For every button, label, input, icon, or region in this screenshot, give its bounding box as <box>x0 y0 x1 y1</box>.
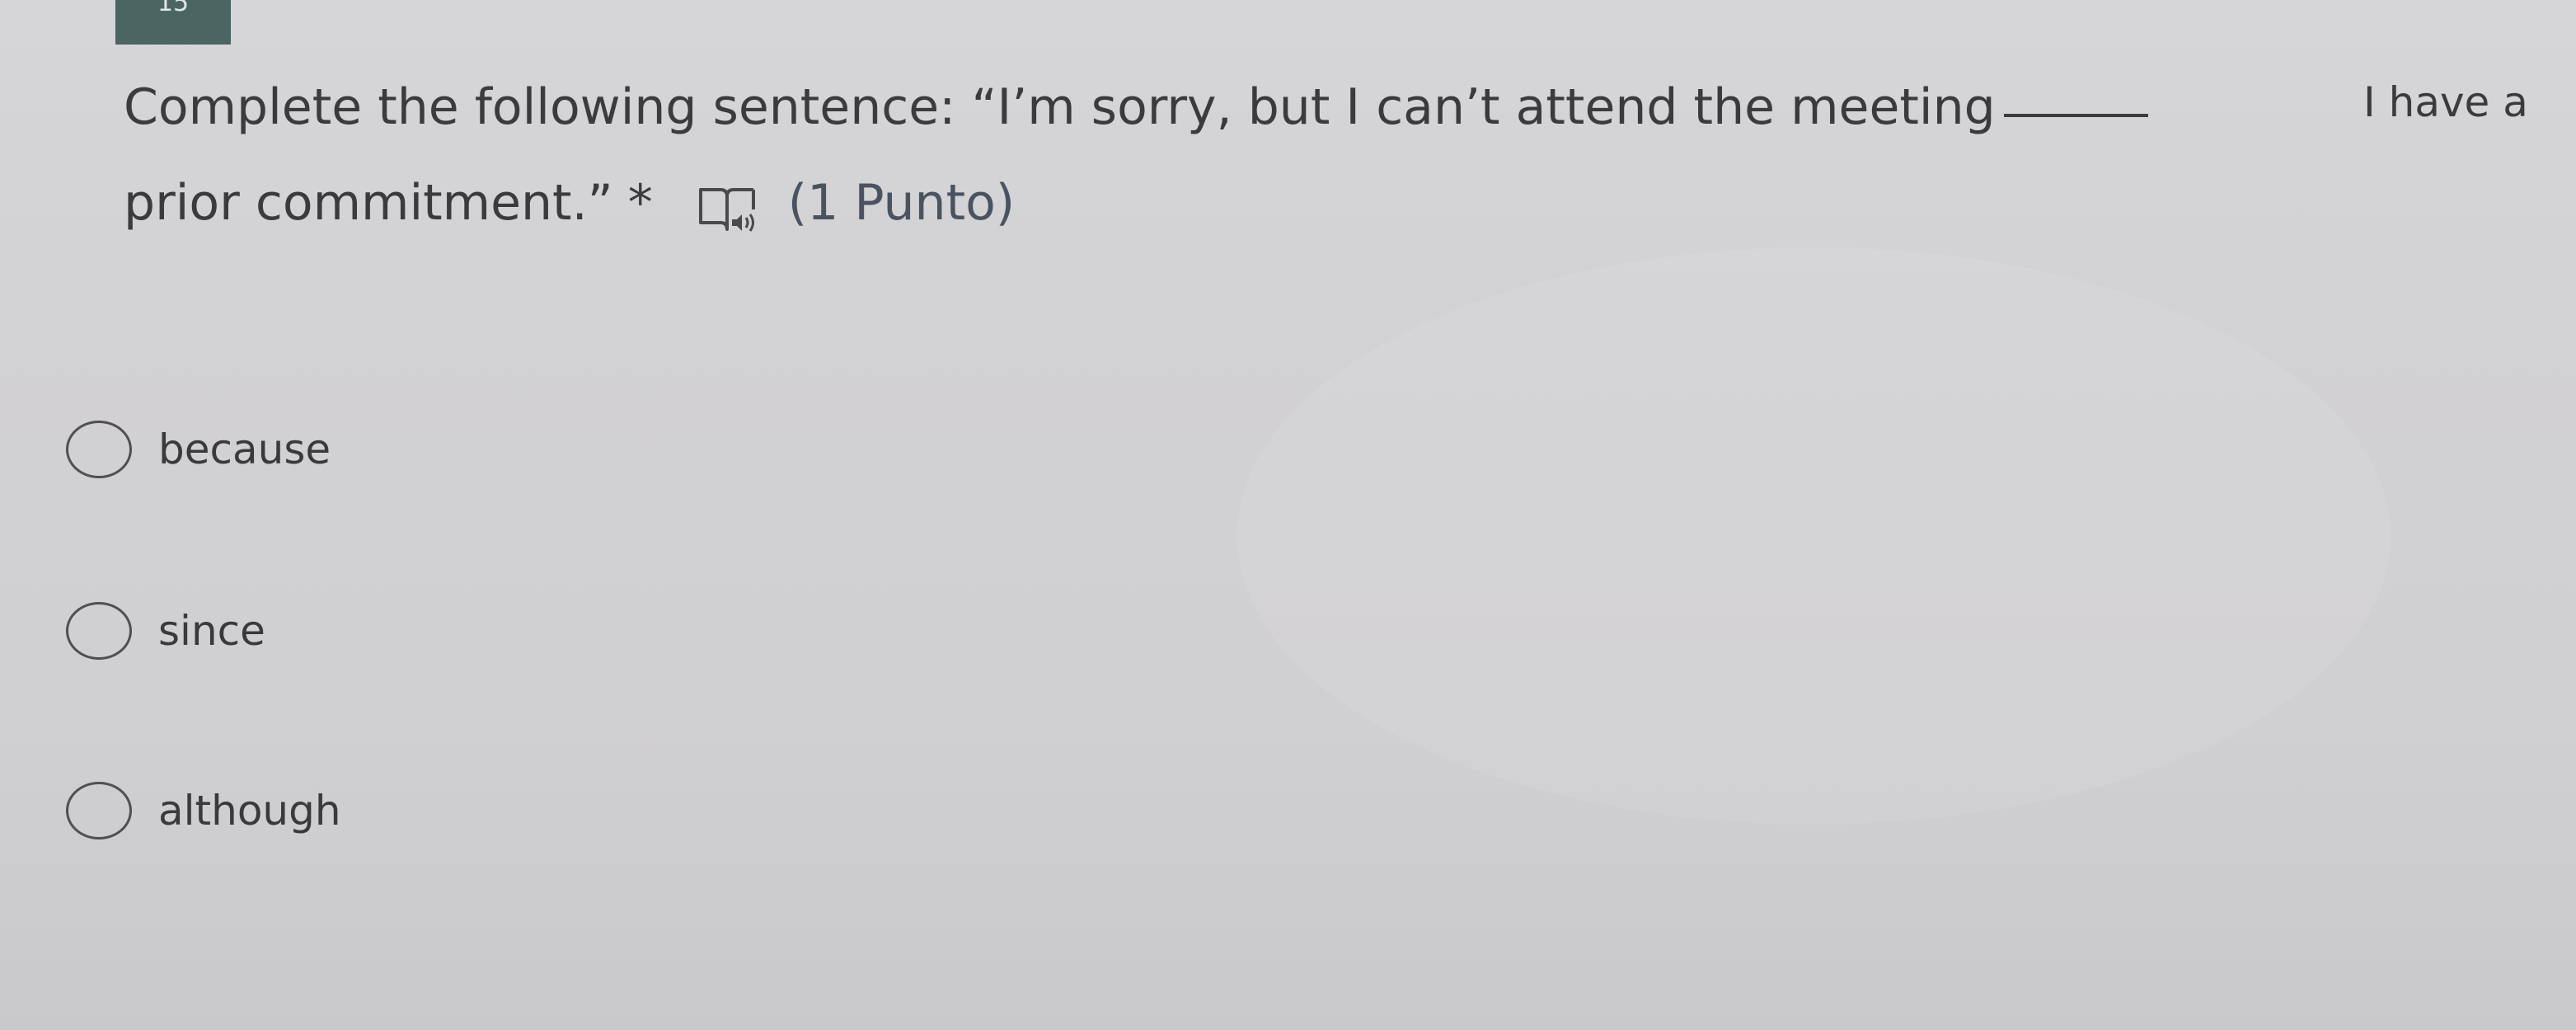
question-line-one: Complete the following sentence: “I’m so… <box>124 59 2148 155</box>
question-sentence-end: prior commitment.” <box>124 174 613 232</box>
required-marker: * <box>627 174 653 232</box>
option-label: although <box>158 787 341 835</box>
option-although[interactable]: although <box>66 774 808 848</box>
radio-button[interactable] <box>66 782 132 840</box>
question-after-blank: I have a <box>2363 78 2528 126</box>
radio-button[interactable] <box>66 421 132 478</box>
radio-button[interactable] <box>66 602 132 660</box>
question-number: 15 <box>157 0 190 17</box>
immersive-reader-icon[interactable] <box>694 173 760 233</box>
option-because[interactable]: because <box>66 412 808 487</box>
answer-blank <box>2003 114 2148 117</box>
question-line-two: prior commitment.” * (1 Punto) <box>124 155 1015 251</box>
question-points: (1 Punto) <box>787 174 1016 232</box>
option-label: because <box>158 426 331 473</box>
option-label: since <box>158 607 265 655</box>
question-sentence-start: Complete the following sentence: “I’m so… <box>124 78 1996 136</box>
option-since[interactable]: since <box>66 594 808 668</box>
background-glare <box>1236 247 2391 825</box>
question-number-tab: 15 <box>115 0 231 45</box>
